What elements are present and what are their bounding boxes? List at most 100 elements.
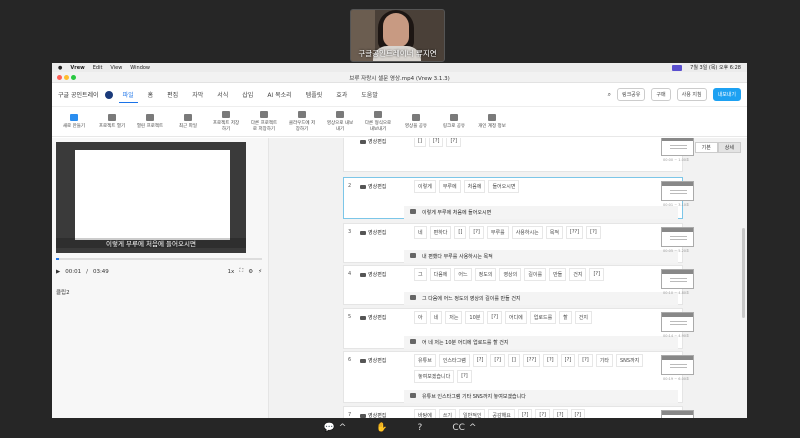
- speaker-label[interactable]: 영상편집: [360, 138, 386, 145]
- speed-button[interactable]: 1x: [228, 269, 235, 275]
- scrollbar[interactable]: [742, 228, 745, 318]
- segment-thumbnail[interactable]: [661, 181, 694, 201]
- word-chip[interactable]: 저는: [445, 311, 463, 324]
- raise-hand-button[interactable]: ✋: [376, 423, 387, 433]
- save-as-button[interactable]: 다른 프로젝트로 저장하기: [250, 111, 278, 132]
- tab-ai-voice[interactable]: AI 목소리: [263, 87, 295, 102]
- word-chip[interactable]: [?]: [570, 409, 586, 418]
- word-chip[interactable]: 쓰기: [438, 409, 457, 418]
- word-chip[interactable]: 기타: [595, 354, 613, 367]
- menu-view[interactable]: View: [110, 65, 122, 71]
- tab-file[interactable]: 파일: [118, 87, 138, 103]
- word-chip[interactable]: [?]: [543, 354, 558, 367]
- word-chip[interactable]: [??]: [522, 354, 541, 367]
- tab-subtitle[interactable]: 자막: [188, 87, 207, 102]
- word-chip[interactable]: 이렇게: [414, 180, 436, 193]
- subtitle-line[interactable]: 유튜브 인스타그램 기타 SNS까지 놓여보겠습니다: [404, 390, 678, 403]
- buy-button[interactable]: 구매: [651, 88, 671, 101]
- word-chip[interactable]: [?]: [535, 409, 550, 418]
- transcript-segment[interactable]: 3 영상편집 네 편하다[] [?] 부루를 사용하시는 목적 [??] [?] 내 편했다 부루를…: [343, 223, 683, 263]
- menu-window[interactable]: Window: [130, 65, 150, 71]
- word-chip[interactable]: [?]: [487, 311, 502, 324]
- word-chip[interactable]: 영상의: [499, 268, 522, 281]
- tab-format[interactable]: 서식: [213, 87, 232, 102]
- tab-edit[interactable]: 편집: [163, 87, 182, 102]
- word-chip[interactable]: [?]: [457, 370, 472, 383]
- view-detail-button[interactable]: 상세: [717, 142, 741, 153]
- tab-insert[interactable]: 삽입: [238, 87, 257, 102]
- new-project-button[interactable]: 새로 만들기: [60, 114, 88, 129]
- word-chip[interactable]: 유튜브: [414, 354, 436, 367]
- subtitle-line[interactable]: 어 네 저는 10분 어디에 업로드를 할 건지: [404, 336, 678, 349]
- speaker-label[interactable]: 영상편집: [360, 183, 386, 190]
- word-chip[interactable]: [?]: [586, 226, 601, 239]
- word-chip[interactable]: 부루를: [486, 226, 509, 239]
- fullscreen-icon[interactable]: ⛶: [239, 268, 243, 275]
- segment-thumbnail[interactable]: [661, 410, 694, 418]
- captions-button[interactable]: CC ^: [452, 423, 476, 433]
- word-chip[interactable]: []: [414, 138, 426, 147]
- open-recent-button[interactable]: 열린 프로젝트: [136, 114, 164, 129]
- transcript-segment[interactable]: 6 영상편집 유튜브 인스타그램 [?] [?][] [??] [?] [?] [?] 기타 SNS까…: [343, 351, 683, 403]
- chat-button[interactable]: 💬 ^: [324, 423, 347, 433]
- word-chip[interactable]: 길이를: [524, 268, 547, 281]
- play-icon[interactable]: ▶: [56, 269, 60, 275]
- share-video-button[interactable]: 영상을 공유: [402, 114, 430, 129]
- word-chip[interactable]: 사용하시는: [511, 226, 543, 239]
- word-chip[interactable]: [?]: [589, 268, 605, 281]
- word-chip[interactable]: 들어오시면: [488, 180, 520, 193]
- word-chip[interactable]: 아: [414, 311, 427, 324]
- flash-icon[interactable]: ⚡: [258, 269, 262, 275]
- word-chip[interactable]: 10분: [465, 311, 485, 324]
- speaker-label[interactable]: 영상편집: [360, 357, 386, 364]
- word-chip[interactable]: 업로드를: [529, 311, 557, 324]
- export-format-button[interactable]: 다른 형식으로 내보내기: [364, 111, 392, 132]
- word-chip[interactable]: [?]: [469, 226, 484, 239]
- word-chip[interactable]: 네: [429, 311, 443, 324]
- word-chip[interactable]: 건지: [574, 311, 592, 324]
- segment-thumbnail[interactable]: [661, 138, 694, 156]
- word-chip[interactable]: []: [507, 354, 520, 367]
- word-chip[interactable]: 어디에: [504, 311, 527, 324]
- subtitle-line[interactable]: 그 다음에 어느 정도의 영상의 길이를 만들 건지: [404, 292, 678, 305]
- word-chip[interactable]: 정도의: [474, 268, 497, 281]
- word-chip[interactable]: [?]: [472, 354, 488, 367]
- qa-button[interactable]: ?: [418, 423, 423, 433]
- word-chip[interactable]: SNS까지: [615, 354, 644, 367]
- search-icon[interactable]: ⌕: [608, 91, 611, 99]
- word-chip[interactable]: 할: [559, 311, 572, 324]
- menu-edit[interactable]: Edit: [93, 65, 103, 71]
- word-chip[interactable]: [?]: [428, 138, 444, 147]
- view-basic-button[interactable]: 기본: [694, 142, 718, 153]
- share-link-button[interactable]: 링크공유: [616, 88, 646, 101]
- project-name[interactable]: 구글 공인트레이: [58, 90, 99, 99]
- segment-thumbnail[interactable]: [661, 355, 694, 375]
- word-chip[interactable]: 부루에: [438, 180, 461, 193]
- speaker-label[interactable]: 영상편집: [360, 229, 386, 236]
- word-chip[interactable]: 공감해요: [488, 409, 515, 418]
- word-chip[interactable]: 놓여보겠습니다: [414, 370, 455, 383]
- word-chip[interactable]: [?]: [517, 409, 533, 418]
- menu-app-name[interactable]: Vrew: [70, 65, 84, 71]
- word-chip[interactable]: 건지: [569, 268, 587, 281]
- tab-help[interactable]: 도움말: [357, 87, 382, 102]
- tab-template[interactable]: 템플릿: [302, 87, 327, 102]
- word-chip[interactable]: 일반적인: [459, 409, 486, 418]
- transcript-segment[interactable]: 4 영상편집 그 다음에 어느 정도의 영상의 길이를 만들 건지 [?] 그 다음에 어느 정도의 …: [343, 265, 683, 305]
- subtitle-line[interactable]: 이렇게 부루에 처음에 들어오시면: [404, 206, 678, 219]
- export-button[interactable]: 내보내기: [712, 88, 741, 101]
- zoom-status-icon[interactable]: [672, 64, 683, 71]
- word-chip[interactable]: 바탕에: [414, 409, 436, 418]
- word-chip[interactable]: 만들: [549, 268, 567, 281]
- account-icon[interactable]: [104, 90, 113, 99]
- transcript-segment[interactable]: 2 영상편집 이렇게 부루에 처음에 들어오시면 이렇게 부루에 처음에 들어오시면: [343, 177, 683, 219]
- progress-bar[interactable]: [56, 258, 262, 260]
- word-chip[interactable]: 다음에: [429, 268, 452, 281]
- tab-home[interactable]: 홈: [144, 87, 158, 102]
- share-link-tool-button[interactable]: 링크로 공유: [440, 114, 468, 129]
- settings-icon[interactable]: ⚙: [248, 269, 253, 275]
- guide-button[interactable]: 사용 지침: [676, 88, 707, 101]
- word-chip[interactable]: [?]: [552, 409, 568, 418]
- tab-effects[interactable]: 효과: [332, 87, 351, 102]
- transcript-segment[interactable]: 7 영상편집 바탕에 쓰기 일반적인 공감해요 [?] [?] [?] [?]: [343, 406, 683, 418]
